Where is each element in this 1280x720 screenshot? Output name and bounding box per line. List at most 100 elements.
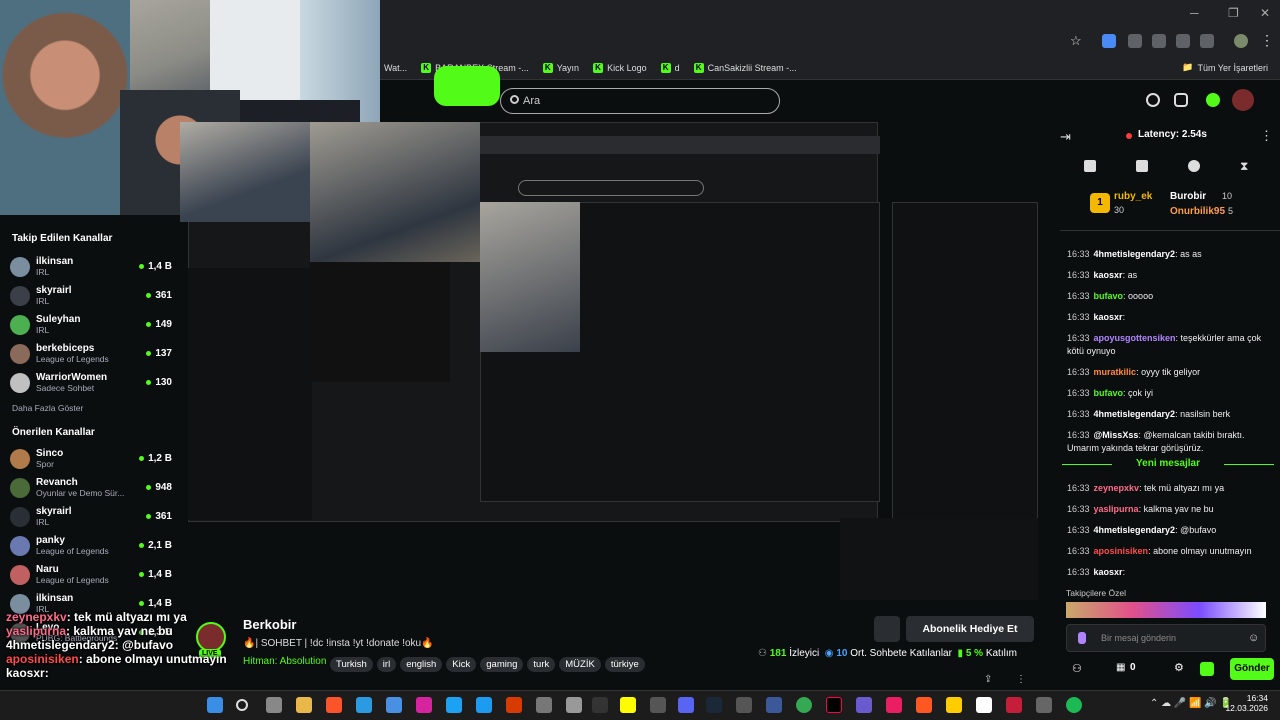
kick-emote-icon[interactable] [1200,662,1214,676]
pin-icon[interactable] [1084,160,1096,172]
gift-subscription-button[interactable]: Abonelik Hediye Et [906,616,1034,642]
instagram-icon[interactable] [416,697,432,713]
app-icon[interactable] [976,697,992,713]
chat-username[interactable]: 4hmetislegendary2 [1094,409,1176,419]
hourglass-icon[interactable]: ⧗ [1240,160,1252,172]
share-icon[interactable]: ⇪ [984,674,992,685]
tiktok-icon[interactable] [826,697,842,713]
app-icon[interactable] [766,697,782,713]
microphone-icon[interactable] [1078,632,1086,644]
twitter-icon[interactable] [476,697,492,713]
chat-menu-icon[interactable]: ⋮ [1260,128,1273,144]
close-icon[interactable]: ✕ [1260,6,1270,20]
sidebar-channel-item[interactable]: Revanch Oyunlar ve Demo Sür... 948 [0,473,180,502]
extension-icon[interactable] [1176,34,1190,48]
trash-icon[interactable] [1136,160,1148,172]
app-icon[interactable] [736,697,752,713]
app-icon[interactable] [446,697,462,713]
sidebar-channel-item[interactable]: skyrairl IRL 361 [0,281,180,310]
gift-icon[interactable]: ▦ [1116,662,1125,673]
profile-avatar[interactable] [1234,34,1248,48]
tray-icons[interactable]: ⌃ ☁ 🎤 📶 🔊 🔋 [1150,698,1232,709]
chat-username[interactable]: kaosxr [1094,567,1123,577]
yandex-icon[interactable] [946,697,962,713]
sidebar-channel-item[interactable]: WarriorWomen Sadece Sohbet 130 [0,368,180,397]
app-icon[interactable] [506,697,522,713]
extension-icon[interactable] [1102,34,1116,48]
chat-username[interactable]: zeynepxkv [1094,483,1140,493]
store-icon[interactable] [386,697,402,713]
task-view-icon[interactable] [266,697,282,713]
snapchat-icon[interactable] [620,697,636,713]
app-icon[interactable] [856,697,872,713]
chat-username[interactable]: yaslipurna [1094,504,1139,514]
bookmark[interactable]: Wat... [384,63,407,73]
app-icon[interactable] [536,697,552,713]
edge-icon[interactable] [356,697,372,713]
inbox-icon[interactable] [1174,93,1188,107]
bookmark-star-icon[interactable]: ☆ [1070,34,1084,48]
chat-username[interactable]: kaosxr [1094,270,1123,280]
bookmark[interactable]: Kd [660,62,680,73]
notification-icon[interactable] [1146,93,1160,107]
sidebar-channel-item[interactable]: Naru League of Legends 1,4 B [0,560,180,589]
chat-username[interactable]: kaosxr [1094,312,1123,322]
chat-username[interactable]: bufavo [1094,291,1124,301]
chat-bubble-icon[interactable] [1188,160,1200,172]
search-input[interactable]: Ara [500,88,780,114]
sidebar-channel-item[interactable]: panky League of Legends 2,1 B [0,531,180,560]
show-more-link[interactable]: Daha Fazla Göster [0,397,180,419]
minimize-icon[interactable]: ─ [1190,6,1199,20]
stream-tag[interactable]: türkiye [604,657,645,672]
settings-icon[interactable]: ⚙ [1174,661,1184,674]
stream-tag[interactable]: Kick [446,657,477,672]
shield-extension-icon[interactable] [1128,34,1142,48]
brave-icon[interactable] [326,697,342,713]
windows-start-icon[interactable] [207,697,223,713]
chat-username[interactable]: apoyusgottensiken [1094,333,1176,343]
stream-tag[interactable]: english [400,657,443,672]
video-player[interactable] [180,122,1038,600]
sidebar-channel-item[interactable]: ilkinsan IRL 1,4 B [0,252,180,281]
kick-logo-icon[interactable] [1206,93,1220,107]
maximize-icon[interactable]: ❐ [1228,6,1239,20]
chat-username[interactable]: 4hmetislegendary2 [1094,525,1176,535]
send-button[interactable]: Gönder [1230,658,1274,680]
stream-tag[interactable]: turk [527,657,556,672]
collapse-chat-icon[interactable]: ⇥ [1060,129,1071,145]
extension-icon[interactable] [1152,34,1166,48]
app-icon[interactable] [1006,697,1022,713]
emoji-icon[interactable]: ☺ [1248,632,1259,644]
puzzle-icon[interactable] [1200,34,1214,48]
steam-icon[interactable] [706,697,722,713]
chat-input[interactable]: Bir mesaj gönderin [1066,624,1266,652]
sidebar-channel-item[interactable]: Suleyhan IRL 149 [0,310,180,339]
sidebar-channel-item[interactable]: berkebiceps League of Legends 137 [0,339,180,368]
user-avatar[interactable] [1232,89,1254,111]
app-icon[interactable] [886,697,902,713]
more-icon[interactable]: ⋮ [1016,674,1026,685]
app-icon[interactable] [916,697,932,713]
chat-username[interactable]: @MissXss [1094,430,1139,440]
emote-row[interactable] [1066,602,1266,618]
stream-tag[interactable]: Turkish [330,657,373,672]
points-icon[interactable]: ⚇ [1072,662,1082,675]
bookmark[interactable]: K CanSakizlii Stream -... [693,62,797,73]
chrome-icon[interactable] [796,697,812,713]
chat-username[interactable]: bufavo [1094,388,1124,398]
bookmark[interactable]: K Yayın [542,62,579,73]
file-explorer-icon[interactable] [296,697,312,713]
clock[interactable]: 16:34 12.03.2026 [1222,693,1268,713]
spotify-icon[interactable] [1066,697,1082,713]
stream-tag[interactable]: gaming [480,657,524,672]
chat-username[interactable]: 4hmetislegendary2 [1094,249,1176,259]
search-icon[interactable] [236,699,248,711]
app-icon[interactable] [566,697,582,713]
menu-dots-icon[interactable]: ⋮ [1260,32,1274,49]
theater-mode-button[interactable] [874,616,900,642]
app-icon[interactable] [650,697,666,713]
discord-icon[interactable] [678,697,694,713]
settings-icon[interactable] [1036,697,1052,713]
bookmark[interactable]: K Kick Logo [593,62,647,73]
all-bookmarks[interactable]: 📁 Tüm Yer İşaretleri [1182,62,1268,73]
